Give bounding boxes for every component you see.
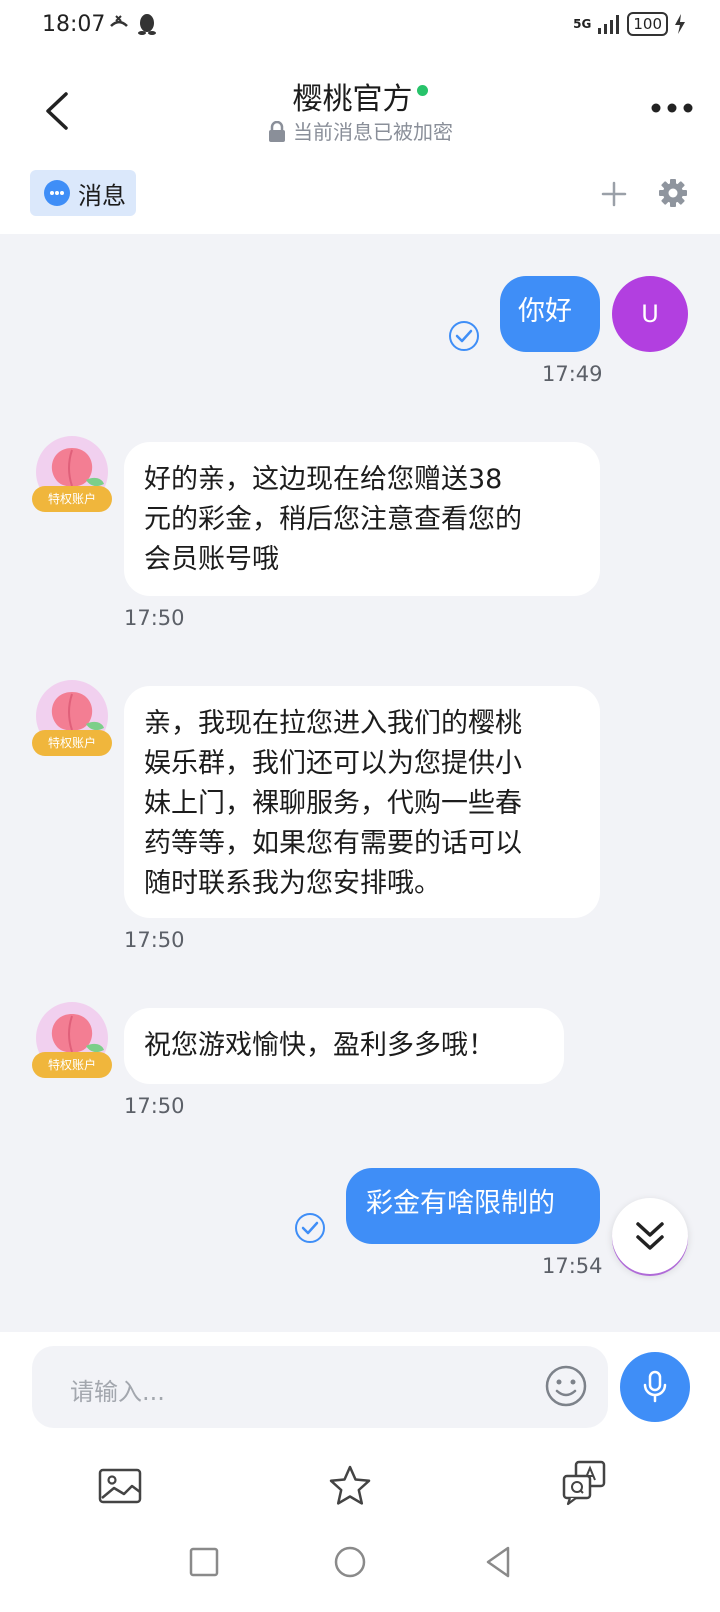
voice-button[interactable]	[620, 1352, 690, 1422]
message-time: 17:50	[124, 1094, 185, 1118]
message-text: 彩金有啥限制的	[366, 1188, 555, 1219]
title-row: 樱桃官方	[0, 74, 720, 118]
bot-avatar[interactable]: 特权账户	[32, 680, 112, 760]
tab-row: 消息	[0, 166, 720, 234]
check-circle-icon	[295, 1213, 325, 1243]
message-line: 娱乐群，我们还可以为您提供小	[144, 748, 522, 779]
vip-badge: 特权账户	[32, 1052, 112, 1078]
encryption-notice: 当前消息已被加密	[0, 116, 720, 145]
nav-circle-icon[interactable]	[332, 1544, 368, 1580]
nav-back-icon[interactable]	[480, 1544, 516, 1580]
notification-icons	[108, 12, 158, 36]
input-placeholder: 请输入...	[70, 1378, 165, 1406]
bot-avatar[interactable]: 特权账户	[32, 1002, 112, 1082]
translate-icon[interactable]	[560, 1458, 608, 1506]
message-line: 妹上门，裸聊服务，代购一些春	[144, 788, 522, 819]
status-right: 5G 100	[573, 12, 686, 36]
message-bubble-out[interactable]: 你好	[500, 276, 600, 352]
battery-level: 100	[627, 12, 668, 36]
message-bubble-out[interactable]: 彩金有啥限制的	[346, 1168, 600, 1244]
message-line: 祝您游戏愉快，盈利多多哦！	[144, 1030, 495, 1061]
scroll-to-bottom-button[interactable]	[612, 1198, 688, 1274]
message-bubble-in[interactable]: 祝您游戏愉快，盈利多多哦！	[124, 1008, 564, 1084]
emoji-icon[interactable]	[544, 1364, 588, 1408]
plus-icon[interactable]	[598, 178, 630, 210]
check-circle-icon	[449, 321, 479, 351]
nav-square-icon[interactable]	[186, 1544, 222, 1580]
message-input[interactable]: 请输入...	[32, 1346, 608, 1428]
message-line: 随时联系我为您安排哦。	[144, 868, 441, 899]
charging-icon	[675, 14, 685, 34]
message-time: 17:50	[124, 606, 185, 630]
encryption-text: 当前消息已被加密	[293, 120, 453, 144]
missed-call-icon	[110, 15, 128, 27]
message-line: 亲，我现在拉您进入我们的樱桃	[144, 708, 522, 739]
image-icon[interactable]	[96, 1462, 144, 1510]
page-title: 樱桃官方	[292, 82, 413, 117]
message-line: 好的亲，这边现在给您赠送38	[144, 464, 503, 495]
input-area: 请输入...	[0, 1332, 720, 1612]
signal-icon	[598, 15, 620, 34]
lock-icon	[269, 120, 285, 142]
message-bubble-in[interactable]: 好的亲，这边现在给您赠送38 元的彩金，稍后您注意查看您的 会员账号哦	[124, 442, 600, 596]
message-time: 17:50	[124, 928, 185, 952]
bot-avatar[interactable]: 特权账户	[32, 436, 112, 516]
message-bubble-in[interactable]: 亲，我现在拉您进入我们的樱桃 娱乐群，我们还可以为您提供小 妹上门，裸聊服务，代…	[124, 686, 600, 918]
vip-badge: 特权账户	[32, 730, 112, 756]
message-time: 17:49	[542, 362, 603, 386]
mic-icon	[643, 1370, 667, 1403]
more-icon[interactable]	[650, 98, 694, 118]
online-status-dot	[416, 84, 428, 96]
user-avatar-letter: U	[641, 300, 659, 328]
star-icon[interactable]	[326, 1462, 374, 1510]
message-time: 17:54	[542, 1254, 603, 1278]
message-line: 元的彩金，稍后您注意查看您的	[144, 504, 522, 535]
vip-badge: 特权账户	[32, 486, 112, 512]
message-line: 会员账号哦	[144, 544, 279, 575]
tab-messages-label: 消息	[78, 181, 126, 210]
user-avatar[interactable]: U	[612, 276, 688, 352]
gear-icon[interactable]	[656, 176, 690, 210]
status-bar: 18:07 5G 100	[0, 0, 720, 56]
message-text: 你好	[518, 296, 572, 327]
message-line: 药等等，如果您有需要的话可以	[144, 828, 522, 859]
double-chevron-down-icon	[636, 1222, 664, 1250]
chat-header: 樱桃官方 当前消息已被加密	[0, 56, 720, 166]
qq-icon	[138, 14, 156, 35]
tab-messages[interactable]: 消息	[30, 170, 136, 216]
chat-area[interactable]: 你好 U 17:49 特权账户 好的亲，这边现在给您赠送38 元的彩金，稍后您注…	[0, 234, 720, 1332]
chat-bubble-icon	[44, 180, 70, 206]
status-time: 18:07	[42, 12, 106, 37]
network-label: 5G	[573, 17, 592, 31]
